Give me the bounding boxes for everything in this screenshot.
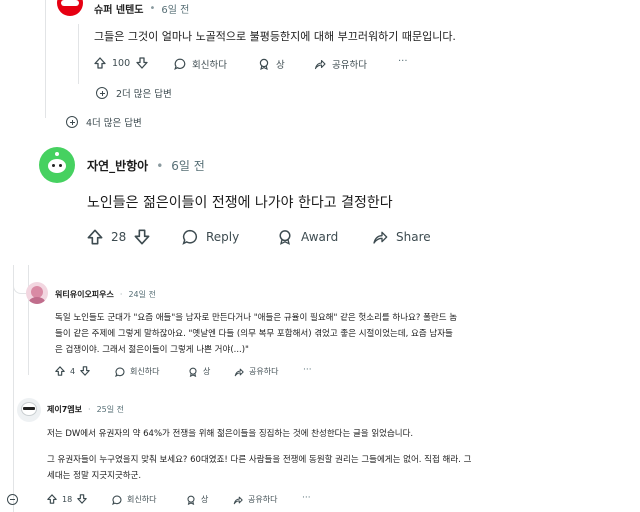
- downvote-arrow-icon[interactable]: [80, 366, 90, 376]
- vote-count: 18: [62, 494, 73, 504]
- separator-dot: ·: [88, 405, 91, 414]
- comment-timestamp: 25일 전: [96, 405, 125, 414]
- separator-dot: •: [149, 3, 156, 14]
- thread-connector: [13, 282, 26, 294]
- comment-author[interactable]: 슈퍼 넨텐도: [94, 1, 143, 16]
- thread-line: [28, 265, 29, 375]
- downvote-arrow-icon[interactable]: [77, 494, 87, 504]
- collapse-thread-button[interactable]: [7, 494, 18, 505]
- upvote-arrow-icon: [55, 366, 65, 376]
- minus-circle-icon: [7, 494, 18, 505]
- comment-body-line: 그 유권자들이 누구였을지 맞춰 보세요? 60대였죠! 다른 사람들을 전쟁에…: [47, 455, 472, 465]
- comment-thread-panel-bottom: 워티유이오피우스 · 24일 전 독일 노인들도 군대가 "요즘 애들"을 남자…: [0, 265, 640, 512]
- upvote-arrow-icon: [47, 494, 57, 504]
- share-arrow-icon: [373, 231, 388, 244]
- downvote-arrow-icon[interactable]: [134, 229, 150, 245]
- comment-body-line: 독일 노인들도 군대가 "요즘 애들"을 남자로 만든다거나 "애들은 규율이 …: [55, 313, 458, 323]
- award-icon: [259, 58, 269, 70]
- award-label: Award: [301, 230, 339, 244]
- share-arrow-icon: [314, 59, 326, 70]
- avatar[interactable]: [26, 282, 48, 304]
- speech-bubble-icon: [112, 494, 122, 505]
- comment-body-line: 은 겁쟁이야. 그래서 젊은이들이 그렇게 나쁜 거야(...)": [55, 345, 249, 355]
- upvote-arrow-icon: [87, 229, 103, 245]
- more-replies-label: 4더 많은 답변: [86, 118, 142, 129]
- thread-line: [13, 265, 14, 512]
- speech-bubble-icon: [174, 58, 186, 70]
- share-label: 공유하다: [332, 60, 367, 71]
- upvote-button[interactable]: 28: [87, 229, 150, 245]
- speech-bubble-icon: [115, 366, 125, 377]
- reply-label: 회신하다: [127, 495, 157, 504]
- share-label: 공유하다: [248, 495, 278, 504]
- more-options-button[interactable]: ···: [398, 56, 408, 67]
- more-replies-button[interactable]: 4더 많은 답변: [66, 115, 142, 129]
- upvote-button[interactable]: 18: [47, 494, 87, 504]
- comment-body: 저는 DW에서 유권자의 약 64%가 전쟁을 위해 젊은이들을 징집하는 것에…: [47, 426, 471, 484]
- share-label: Share: [396, 230, 431, 244]
- avatar[interactable]: [57, 0, 83, 16]
- share-button[interactable]: Share: [372, 229, 431, 245]
- award-icon: [189, 367, 197, 377]
- comment-timestamp: 6일 전: [161, 5, 190, 16]
- award-button[interactable]: Award: [277, 229, 338, 245]
- vote-count: 4: [70, 366, 76, 376]
- award-button[interactable]: 상: [186, 494, 208, 505]
- comment-body: 노인들은 젊은이들이 전쟁에 나가야 한다고 결정한다: [87, 195, 393, 211]
- comment-timestamp: 6일 전: [171, 159, 205, 173]
- award-icon: [279, 230, 291, 245]
- reply-label: Reply: [206, 230, 240, 244]
- plus-circle-icon: [66, 116, 78, 128]
- comment-body: 그들은 그것이 얼마나 노골적으로 불평등한지에 대해 부끄러워하기 때문입니다…: [94, 30, 456, 43]
- reply-button[interactable]: 회신하다: [174, 57, 227, 71]
- more-options-button[interactable]: ···: [303, 365, 312, 375]
- avatar[interactable]: [39, 147, 75, 183]
- share-arrow-icon: [233, 496, 243, 504]
- share-arrow-icon: [234, 368, 244, 376]
- share-button[interactable]: 공유하다: [233, 494, 277, 505]
- reply-button[interactable]: Reply: [182, 229, 239, 245]
- reply-button[interactable]: 회신하다: [115, 366, 159, 377]
- comment-body: 독일 노인들도 군대가 "요즘 애들"을 남자로 만든다거나 "애들은 규율이 …: [55, 310, 457, 358]
- more-options-button[interactable]: ···: [302, 493, 311, 503]
- vote-count: 100: [112, 57, 131, 69]
- thread-line: [45, 0, 46, 118]
- comment-author[interactable]: 워티유이오피우스: [55, 289, 114, 300]
- separator-dot: ·: [119, 290, 123, 299]
- comment-author[interactable]: 제이7엠보: [47, 404, 82, 415]
- comment-body-line: 세대는 정말 지긋지긋하군.: [47, 471, 142, 481]
- share-button[interactable]: 공유하다: [234, 366, 278, 377]
- award-label: 상: [203, 367, 211, 376]
- reply-button[interactable]: 회신하다: [112, 494, 156, 505]
- reply-label: 회신하다: [192, 60, 227, 71]
- vote-count: 28: [111, 230, 127, 244]
- award-label: 상: [201, 495, 209, 504]
- reply-label: 회신하다: [130, 367, 160, 376]
- snoo-icon: [48, 159, 66, 173]
- thread-line: [78, 24, 79, 84]
- downvote-arrow-icon[interactable]: [136, 57, 148, 69]
- share-button[interactable]: 공유하다: [314, 57, 367, 71]
- comment-author[interactable]: 자연_반항아: [87, 157, 148, 174]
- speech-bubble-icon: [182, 229, 198, 245]
- comment-thread-panel-top: 슈퍼 넨텐도 • 6일 전 그들은 그것이 얼마나 노골적으로 불평등한지에 대…: [0, 0, 640, 262]
- separator-dot: •: [156, 158, 164, 173]
- upvote-button[interactable]: 4: [55, 366, 90, 376]
- plus-circle-icon: [96, 87, 108, 99]
- comment-timestamp: 24일 전: [128, 290, 156, 299]
- share-label: 공유하다: [249, 367, 279, 376]
- nintendo-logo: [61, 0, 79, 6]
- comment-body-line: 들이 같은 주제에 그렇게 말하잖아요. "옛날엔 다들 (의무 복무 포함해서…: [55, 329, 453, 339]
- award-icon: [187, 495, 195, 505]
- more-replies-label: 2더 많은 답변: [116, 89, 172, 100]
- comment-body-line: 저는 DW에서 유권자의 약 64%가 전쟁을 위해 젊은이들을 징집하는 것에…: [47, 429, 414, 439]
- award-label: 상: [276, 60, 285, 71]
- award-button[interactable]: 상: [258, 57, 285, 71]
- avatar[interactable]: [17, 398, 41, 422]
- award-button[interactable]: 상: [188, 366, 210, 377]
- upvote-arrow-icon: [94, 57, 106, 69]
- upvote-button[interactable]: 100: [94, 57, 148, 69]
- more-replies-button[interactable]: 2더 많은 답변: [96, 86, 172, 100]
